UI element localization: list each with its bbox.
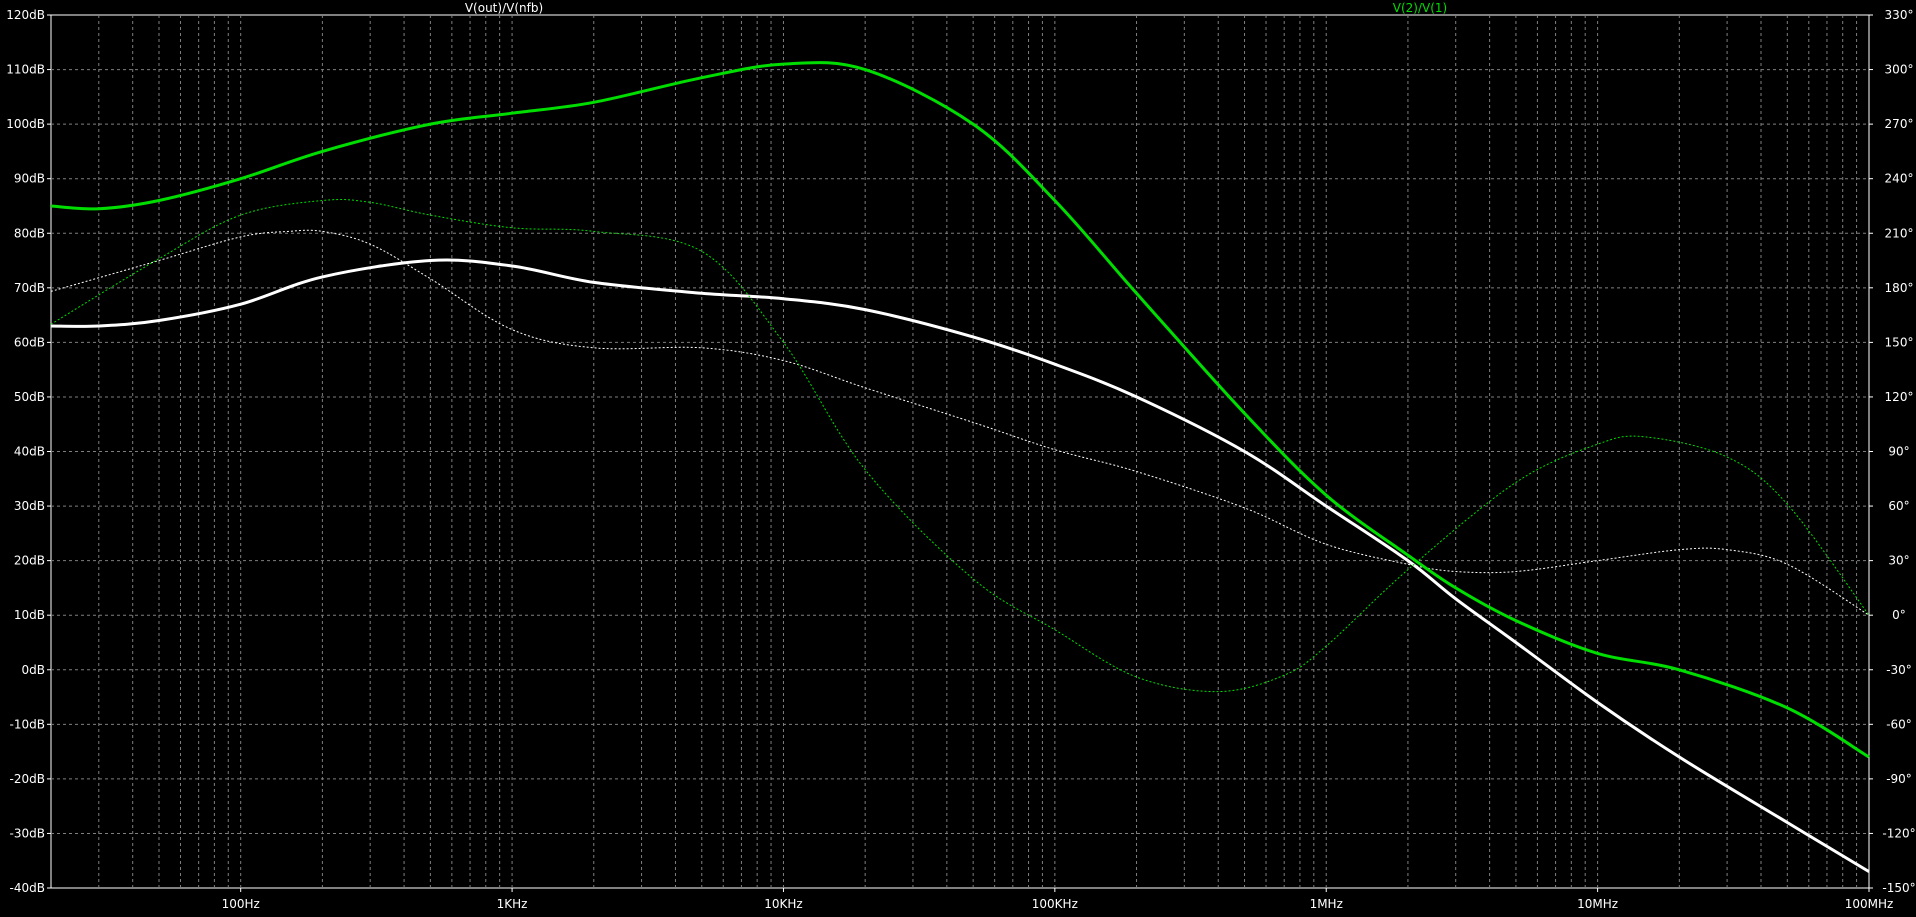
- y-left-tick-label: 10dB: [14, 608, 45, 622]
- y-right-tick-label: 30°: [1888, 554, 1909, 568]
- x-tick-label: 100MHz: [1845, 897, 1894, 911]
- y-left-tick-label: -10dB: [10, 717, 45, 731]
- trace-magnitude-1: [50, 61, 1870, 759]
- x-tick-label: 1MHz: [1310, 897, 1343, 911]
- x-tick-label: 100KHz: [1032, 897, 1078, 911]
- y-right-tick-label: -30°: [1886, 663, 1912, 677]
- x-tick-label: 10MHz: [1577, 897, 1618, 911]
- bode-plot: 120dB 110dB 100dB 90dB 80dB 70dB 60dB 50dB 40dB 3…: [6, 1, 1916, 911]
- x-tick-label: 1KHz: [497, 897, 528, 911]
- y-left-tick-label: -30dB: [10, 826, 45, 840]
- y-right-tick-label: 300°: [1885, 63, 1914, 77]
- y-right-tick-label: 240°: [1885, 172, 1914, 186]
- y-axis-right-labels: 330° 300° 270° 240° 210° 180° 150° 120° 90° 60° 30…: [1869, 8, 1916, 895]
- y-left-tick-label: -20dB: [10, 772, 45, 786]
- trace-magnitude-0: [50, 258, 1870, 873]
- y-left-tick-label: 0dB: [22, 663, 45, 677]
- y-left-tick-label: 80dB: [14, 226, 45, 240]
- y-right-tick-label: -150°: [1882, 881, 1915, 895]
- y-right-tick-label: 120°: [1885, 390, 1914, 404]
- y-left-tick-label: 60dB: [14, 335, 45, 349]
- y-right-tick-label: 210°: [1885, 226, 1914, 240]
- y-right-tick-label: 60°: [1888, 499, 1909, 513]
- y-left-tick-label: 30dB: [14, 499, 45, 513]
- y-right-tick-label: 330°: [1885, 8, 1914, 22]
- y-right-tick-label: 90°: [1888, 445, 1909, 459]
- y-left-tick-label: 40dB: [14, 445, 45, 459]
- trace-title-vout-vnfb[interactable]: V(out)/V(nfb): [465, 1, 543, 15]
- trace-phase-1: [50, 199, 1870, 693]
- y-right-tick-label: 270°: [1885, 117, 1914, 131]
- y-left-tick-label: 100dB: [6, 117, 45, 131]
- y-left-tick-label: 90dB: [14, 172, 45, 186]
- y-axis-left-labels: 120dB 110dB 100dB 90dB 80dB 70dB 60dB 50dB 40dB 3…: [6, 8, 51, 895]
- y-left-tick-label: 70dB: [14, 281, 45, 295]
- y-left-tick-label: 20dB: [14, 554, 45, 568]
- x-axis-labels: 100Hz 1KHz 10KHz 100KHz 1MHz 10MHz 100MHz: [222, 888, 1894, 911]
- grid-lines: [51, 15, 1869, 888]
- y-left-tick-label: -40dB: [10, 881, 45, 895]
- y-right-tick-label: -60°: [1886, 717, 1912, 731]
- y-right-tick-label: 0°: [1892, 608, 1906, 622]
- x-tick-label: 10KHz: [764, 897, 802, 911]
- y-right-tick-label: 180°: [1885, 281, 1914, 295]
- y-right-tick-label: -90°: [1886, 772, 1912, 786]
- y-left-tick-label: 50dB: [14, 390, 45, 404]
- y-left-tick-label: 110dB: [6, 63, 45, 77]
- x-tick-label: 100Hz: [222, 897, 260, 911]
- y-right-tick-label: -120°: [1882, 826, 1915, 840]
- trace-title-v2-v1[interactable]: V(2)/V(1): [1393, 1, 1447, 15]
- traces: [50, 61, 1870, 873]
- y-right-tick-label: 150°: [1885, 335, 1914, 349]
- y-left-tick-label: 120dB: [6, 8, 45, 22]
